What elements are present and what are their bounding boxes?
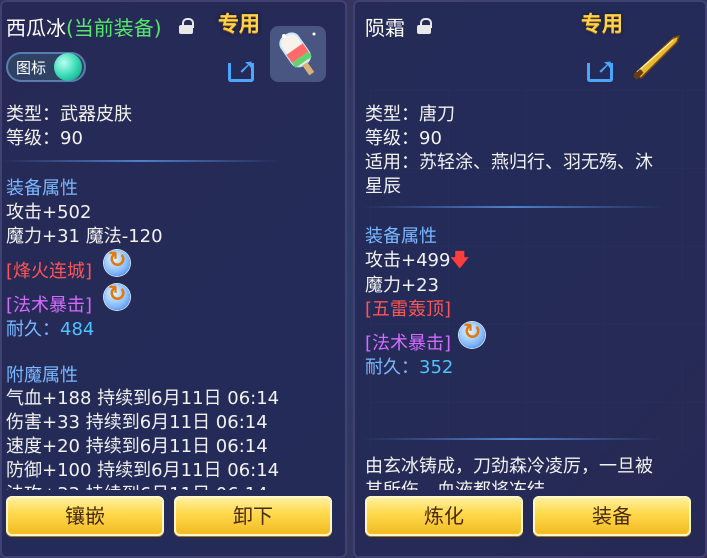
level-line: 等级：90 xyxy=(6,128,83,149)
durability-line: 耐久：484 xyxy=(6,315,94,341)
down-arrow-icon: 🡇 xyxy=(450,250,469,271)
icon-toggle-label: 图标 xyxy=(16,59,47,77)
enchant-line: 伤害+33 持续到6月11日 06:14 xyxy=(6,412,268,433)
skill-line: [法术暴击] xyxy=(365,333,452,354)
popsicle-skin-icon xyxy=(270,26,326,82)
compare-item-panel: 陨霜 专用 ➚ 类型：唐刀 等级：90 适用：苏轻涂、燕归行、羽无殇、沐 星辰 … xyxy=(353,0,707,558)
share-icon[interactable]: ➚ xyxy=(228,56,256,82)
durability-label: 耐久： xyxy=(365,357,419,378)
type-line: 类型：唐刀 xyxy=(365,104,455,125)
level-line: 等级：90 xyxy=(365,128,442,149)
suitable-line: 适用：苏轻涂、燕归行、羽无殇、沐 xyxy=(365,152,653,173)
skill-line: [法术暴击] xyxy=(6,295,93,316)
durability-label: 耐久： xyxy=(6,319,60,340)
refine-button[interactable]: 炼化 xyxy=(365,496,523,536)
toggle-knob xyxy=(54,53,82,81)
enchant-line: 法攻+33 持续到6月11日 06:14 xyxy=(6,480,268,490)
refresh-icon[interactable] xyxy=(104,248,130,276)
divider xyxy=(0,160,280,162)
exclusive-label: 专用 xyxy=(581,12,623,36)
durability-line: 耐久：352 xyxy=(365,353,453,379)
equip-button[interactable]: 装备 xyxy=(533,496,691,536)
equipped-tag: (当前装备) xyxy=(66,16,162,40)
lock-icon[interactable] xyxy=(417,18,432,34)
refresh-icon[interactable] xyxy=(104,282,130,310)
attack-value: 攻击+499 xyxy=(365,250,451,271)
item-name: 陨霜 xyxy=(365,16,405,40)
item-title: 西瓜冰(当前装备) xyxy=(6,12,162,41)
magic-line: 魔力+23 xyxy=(365,275,439,296)
refresh-icon[interactable] xyxy=(459,320,485,348)
share-icon[interactable]: ➚ xyxy=(587,56,615,82)
attack-line: 攻击+502 xyxy=(6,202,92,223)
divider xyxy=(363,438,663,440)
skill-line: [五雷轰顶] xyxy=(365,299,452,320)
equipped-item-panel: 西瓜冰(当前装备) 专用 图标 ➚ 类型：武器皮肤 等级：90 装备属性 攻击+… xyxy=(0,0,347,558)
magic-line: 魔力+31 魔法-120 xyxy=(6,226,163,247)
description: 由玄冰铸成，刀劲森冷凌厉，一旦被 其所伤，血液都将冻结 xyxy=(353,452,707,490)
enchant-line: 气血+188 持续到6月11日 06:14 xyxy=(6,388,280,409)
description-line: 由玄冰铸成，刀劲森冷凌厉，一旦被 xyxy=(365,456,653,477)
icon-toggle[interactable]: 图标 xyxy=(6,52,86,82)
equip-attr-heading: 装备属性 xyxy=(6,178,78,199)
exclusive-label: 专用 xyxy=(218,12,260,36)
suitable-line: 星辰 xyxy=(365,176,401,197)
enchant-line: 防御+100 持续到6月11日 06:14 xyxy=(6,460,280,481)
enchant-line: 速度+20 持续到6月11日 06:14 xyxy=(6,436,268,457)
description-line: 其所伤，血液都将冻结 xyxy=(365,476,545,490)
enchant-list: 气血+188 持续到6月11日 06:14 伤害+33 持续到6月11日 06:… xyxy=(0,384,347,490)
type-line: 类型：武器皮肤 xyxy=(6,104,132,125)
durability-value: 484 xyxy=(60,319,95,340)
skill-line: [烽火连城] xyxy=(6,261,93,282)
equip-attr-heading: 装备属性 xyxy=(365,226,437,247)
item-title: 陨霜 xyxy=(365,12,405,41)
lock-icon[interactable] xyxy=(179,18,194,34)
item-name: 西瓜冰 xyxy=(6,16,66,40)
inlay-button[interactable]: 镶嵌 xyxy=(6,496,164,536)
divider xyxy=(363,206,663,208)
golden-blade-icon xyxy=(633,34,681,80)
durability-value: 352 xyxy=(419,357,454,378)
unequip-button[interactable]: 卸下 xyxy=(174,496,332,536)
